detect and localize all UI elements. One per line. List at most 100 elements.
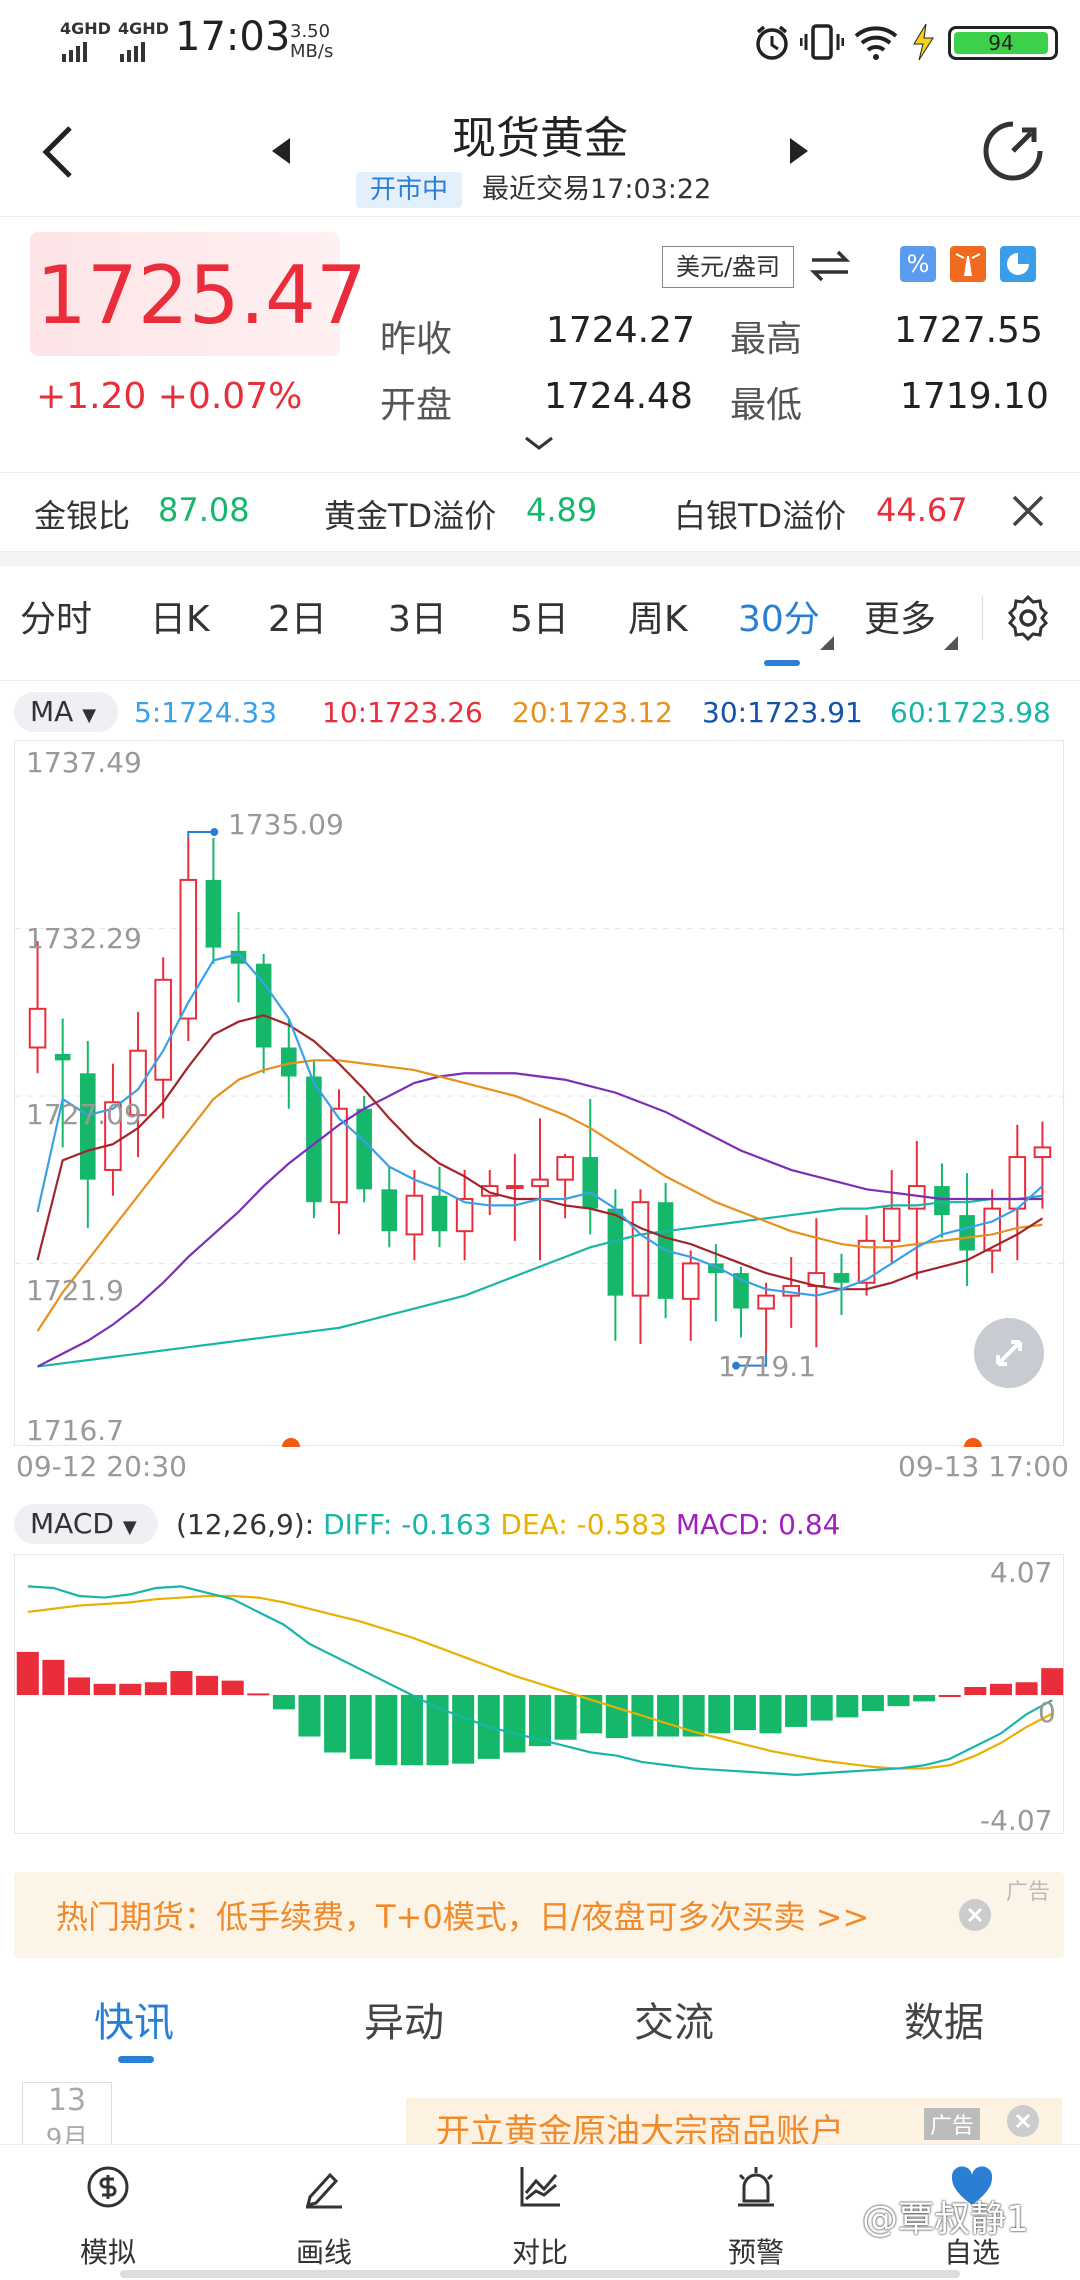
low-label: 最低 (730, 385, 803, 426)
macd-bar (836, 1695, 859, 1718)
tool-lighthouse-icon[interactable] (950, 246, 986, 282)
ma30-value: 30:1723.91 (702, 696, 863, 729)
refresh-icon[interactable] (980, 118, 1046, 184)
macd-bar (144, 1682, 167, 1695)
min-price-label: 1719.1 (718, 1350, 816, 1383)
compare-chart-icon (520, 2167, 560, 2207)
tab-news[interactable]: 异动 (364, 1990, 444, 2048)
high-label: 最高 (730, 319, 803, 360)
macd-selector[interactable]: MACD ▼ (14, 1504, 158, 1544)
dropdown-corner-icon (820, 636, 834, 650)
expand-chevron-icon[interactable] (524, 436, 554, 452)
candle-body-down (833, 1273, 850, 1283)
charging-icon (913, 23, 934, 61)
tab-news[interactable]: 交流 (634, 1990, 714, 2048)
kline-chart[interactable] (14, 740, 1065, 1456)
macd-bar (657, 1695, 680, 1737)
unit-selector[interactable]: 美元/盎司 (662, 246, 794, 288)
news-tabs: 快讯 异动 交流 数据 (0, 1990, 1080, 2070)
tab-period[interactable]: 5日 (510, 590, 569, 642)
news-ad[interactable]: 开立黄金原油大宗商品账户 广告 (406, 2098, 1062, 2144)
y-tick: 1737.49 (26, 746, 142, 779)
tab-period-active[interactable]: 30分 (738, 590, 820, 642)
macd-bar (913, 1695, 936, 1702)
macd-bar (810, 1695, 833, 1721)
macd-bar (42, 1659, 65, 1695)
network-speed: 3.50 MB/s (290, 21, 334, 62)
candle-body-down (431, 1195, 448, 1232)
macd-diff: DIFF: -0.163 (323, 1508, 492, 1541)
tab-more[interactable]: 更多 (864, 590, 936, 642)
macd-bar (16, 1651, 39, 1695)
macd-y-tick: 4.07 (990, 1556, 1053, 1589)
alarm-icon (756, 25, 788, 60)
gold-td-value: 4.89 (526, 491, 598, 529)
y-tick: 1721.9 (26, 1274, 124, 1307)
macd-bar (93, 1683, 116, 1695)
macd-bar (272, 1695, 295, 1710)
macd-chart[interactable] (14, 1554, 1064, 1834)
y-tick: 1727.09 (26, 1098, 142, 1131)
macd-bar (964, 1687, 987, 1695)
ma20-value: 20:1723.12 (512, 696, 673, 729)
macd-bar (759, 1695, 782, 1734)
low-value: 1719.10 (900, 376, 1049, 417)
macd-bar (221, 1680, 244, 1695)
divider (0, 680, 1080, 681)
ad-tag: 广告 (1006, 1880, 1051, 1905)
signal-icon (62, 42, 145, 62)
macd-values: (12,26,9): DIFF: -0.163 DEA: -0.583 MACD… (176, 1508, 840, 1541)
candle-body-down (356, 1108, 372, 1190)
fullscreen-button[interactable] (974, 1318, 1044, 1388)
gold-silver-value: 87.08 (158, 491, 250, 529)
macd-bar (68, 1677, 91, 1695)
candle-body-up (882, 1207, 901, 1242)
macd-value: MACD: 0.84 (675, 1508, 841, 1541)
ad-banner-text[interactable]: 热门期货：低手续费，T+0模式，日/夜盘可多次买卖 >> (56, 1892, 869, 1938)
tab-period[interactable]: 2日 (268, 590, 327, 642)
macd-bar (605, 1695, 628, 1739)
macd-bar (733, 1695, 756, 1731)
nav-label: 画线 (295, 2236, 352, 2269)
event-dot (282, 1438, 300, 1456)
divider (0, 216, 1080, 217)
tool-pie-icon[interactable] (1000, 246, 1036, 282)
macd-bar (503, 1695, 526, 1753)
silver-td-value: 44.67 (876, 491, 968, 529)
candle-body-up (531, 1178, 549, 1188)
macd-y-tick: -4.07 (980, 1804, 1053, 1837)
ad-close-icon[interactable] (958, 1898, 992, 1932)
candle-body-up (179, 878, 198, 1020)
candle-body-down (54, 1053, 71, 1061)
candle-body-up (556, 1156, 574, 1181)
settings-gear-icon[interactable] (1004, 594, 1052, 642)
max-marker-line (187, 831, 215, 839)
tab-period[interactable]: 日K (150, 590, 210, 642)
macd-bar (938, 1695, 961, 1697)
close-icon[interactable] (1010, 493, 1046, 529)
close-icon[interactable] (1006, 2104, 1040, 2138)
tab-period[interactable]: 分时 (20, 590, 92, 642)
macd-bar (887, 1695, 910, 1707)
candle-body-up (1008, 1156, 1027, 1210)
divider (982, 596, 983, 640)
alarm-light-icon (738, 2167, 774, 2207)
candle-body-down (959, 1215, 975, 1251)
tab-period[interactable]: 3日 (388, 590, 447, 642)
news-date: 13 9月 (22, 2082, 112, 2146)
macd-y-tick: 0 (1038, 1696, 1056, 1729)
swap-icon[interactable] (808, 248, 852, 284)
candle-body-up (28, 1007, 47, 1049)
tab-news[interactable]: 数据 (904, 1990, 984, 2048)
macd-bar (861, 1695, 884, 1711)
macd-bar (298, 1695, 321, 1737)
candle-body-down (205, 879, 222, 948)
next-instrument-icon[interactable] (786, 136, 810, 166)
high-value: 1727.55 (894, 310, 1043, 351)
tab-news[interactable]: 快讯 (94, 1990, 174, 2048)
tab-period[interactable]: 周K (628, 590, 688, 642)
macd-bar (119, 1683, 142, 1695)
candle-body-up (1033, 1146, 1052, 1159)
tool-percent-icon[interactable]: % (900, 246, 936, 282)
current-price: 1725.47 (36, 249, 367, 342)
